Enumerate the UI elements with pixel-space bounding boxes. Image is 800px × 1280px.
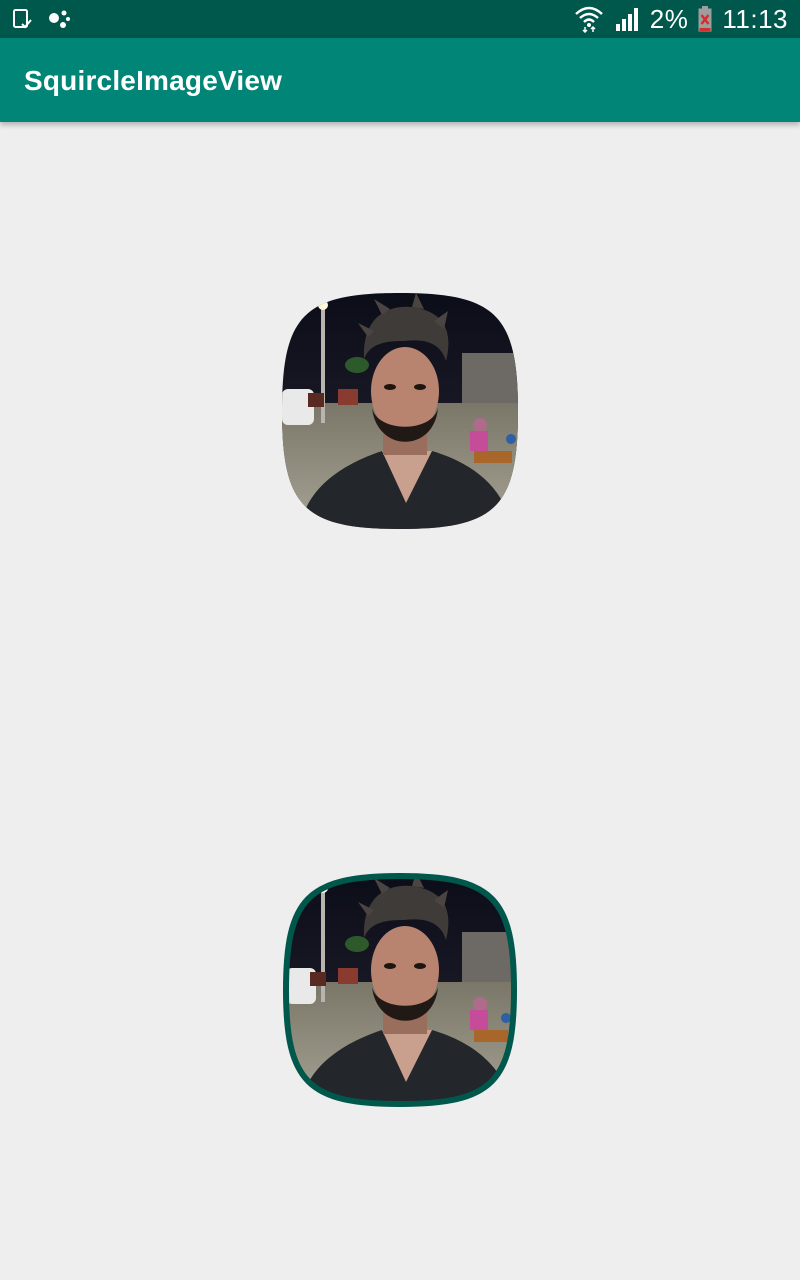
portrait-photo	[282, 293, 518, 529]
signal-icon	[614, 6, 640, 32]
status-bar: 2% 11:13	[0, 0, 800, 38]
squircle-image-bordered[interactable]	[282, 872, 518, 1108]
wifi-icon	[574, 5, 604, 33]
status-left-icons	[12, 6, 72, 32]
squircle-image-plain[interactable]	[282, 293, 518, 529]
portrait-photo-bordered	[282, 872, 518, 1108]
sim-notification-icon	[12, 8, 34, 30]
app-title: SquircleImageView	[24, 65, 283, 96]
clock: 11:13	[722, 3, 788, 34]
status-right-icons: 2% 11:13	[574, 0, 788, 38]
battery-percent: 2%	[649, 3, 689, 34]
assistant-dots-icon	[48, 8, 72, 30]
app-bar: SquircleImageView	[0, 38, 800, 122]
battery-low-icon	[698, 6, 712, 32]
